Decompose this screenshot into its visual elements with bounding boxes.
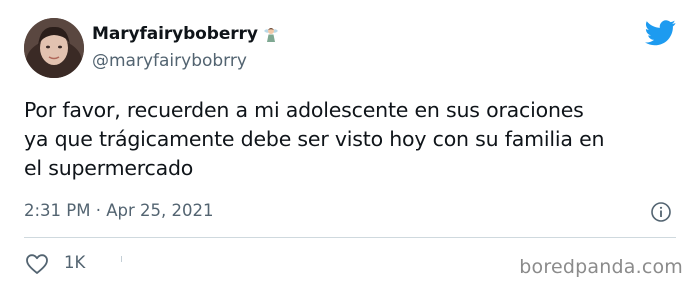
info-icon[interactable] <box>650 201 672 223</box>
tweet-timestamp[interactable]: 2:31 PM · Apr 25, 2021 <box>24 201 213 220</box>
author-handle[interactable]: @maryfairybobrry <box>92 51 247 71</box>
avatar[interactable] <box>24 18 84 78</box>
author-display-name[interactable]: Maryfairyboberry <box>92 24 280 44</box>
tweet-text-line: ya que trágicamente debe ser visto hoy c… <box>24 127 605 151</box>
tweet-text: Por favor, recuerden a mi adolescente en… <box>24 96 684 183</box>
tweet-card: Maryfairyboberry @maryfairybobrry Por fa… <box>0 0 700 289</box>
fairy-emoji-icon <box>262 25 280 43</box>
twitter-bird-icon[interactable] <box>645 20 676 46</box>
heart-icon[interactable] <box>25 253 49 275</box>
tweet-text-line: el supermercado <box>24 156 194 180</box>
separator-mark <box>121 256 122 262</box>
watermark: boredpanda.com <box>519 256 683 278</box>
author-name-text: Maryfairyboberry <box>92 24 258 44</box>
divider <box>24 237 676 238</box>
like-count[interactable]: 1K <box>64 253 85 272</box>
tweet-text-line: Por favor, recuerden a mi adolescente en… <box>24 98 584 122</box>
